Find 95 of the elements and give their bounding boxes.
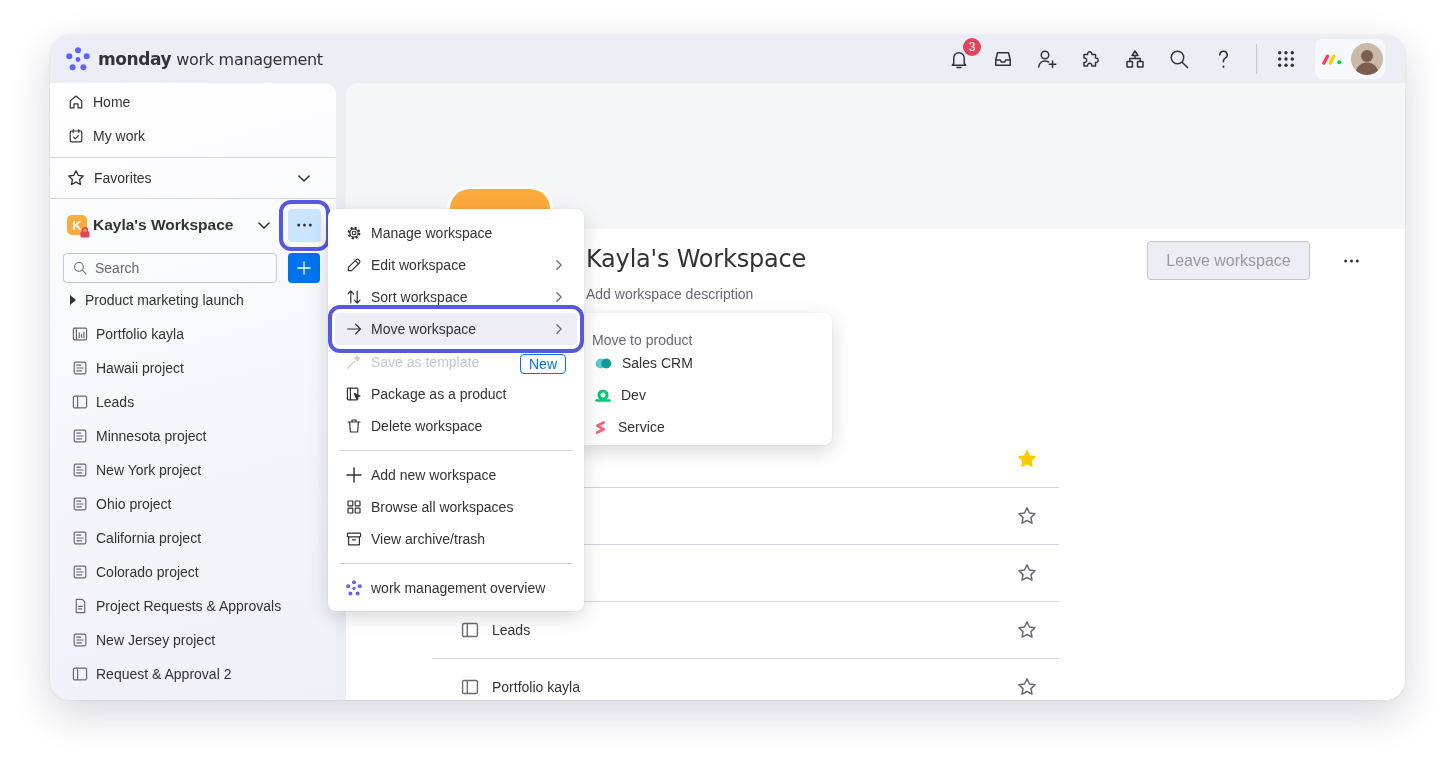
chart-board-icon xyxy=(72,326,88,342)
sidebar-item[interactable]: Portfolio kayla xyxy=(50,317,336,351)
inbox-icon[interactable] xyxy=(993,49,1013,69)
sidebar-item[interactable]: Ohio project xyxy=(50,487,336,521)
board-icon xyxy=(72,530,88,546)
home-icon xyxy=(68,94,84,110)
sidebar-item[interactable]: Leads xyxy=(50,385,336,419)
favorites-item[interactable]: Favorites xyxy=(50,158,336,198)
board-icon xyxy=(72,360,88,376)
plus-icon xyxy=(346,467,362,483)
board-icon xyxy=(72,632,88,648)
menu-item[interactable]: Browse all workspaces xyxy=(335,491,577,523)
search-field[interactable]: Search xyxy=(63,253,277,283)
add-button[interactable] xyxy=(288,253,320,283)
board-icon xyxy=(72,496,88,512)
puzzle-icon[interactable] xyxy=(1081,49,1101,69)
product-name: work management xyxy=(176,49,323,69)
more-button[interactable] xyxy=(288,208,321,242)
archive-icon xyxy=(346,531,362,547)
pencil-icon xyxy=(346,257,362,273)
notification-badge: 3 xyxy=(963,38,981,56)
description-field[interactable]: Add workspace description xyxy=(586,284,906,304)
hierarchy-icon[interactable] xyxy=(1125,49,1145,69)
plus-icon xyxy=(297,261,311,275)
add-person-icon[interactable] xyxy=(1037,49,1057,69)
overlapping-circles-icon xyxy=(595,357,612,369)
nav-item[interactable]: My work xyxy=(50,119,336,153)
sidebar-item[interactable]: Minnesota project xyxy=(50,419,336,453)
layout-icon xyxy=(461,621,479,639)
board-icon xyxy=(72,462,88,478)
magic-wand-icon xyxy=(346,354,362,370)
sidebar-item[interactable]: Product marketing launch xyxy=(50,283,336,317)
star-icon[interactable] xyxy=(1017,506,1037,526)
sidebar-item[interactable]: Colorado project xyxy=(50,555,336,589)
apps-grid-icon[interactable] xyxy=(1277,50,1295,68)
logo-icon xyxy=(1322,53,1342,65)
chevron-down-icon[interactable] xyxy=(258,221,270,229)
s-shape-icon xyxy=(595,419,606,435)
sidebar-item[interactable]: California project xyxy=(50,521,336,555)
workspace-title: Kayla's Workspace xyxy=(586,244,808,275)
document-icon xyxy=(73,598,87,614)
more-icon xyxy=(297,223,312,227)
arrow-right-icon xyxy=(346,321,362,337)
submenu-title: Move to product xyxy=(592,333,694,347)
chevron-down-icon xyxy=(298,174,310,182)
board-icon xyxy=(72,564,88,580)
menu-item[interactable]: Package as a product xyxy=(335,378,577,410)
board-name[interactable]: Portfolio kayla xyxy=(492,679,580,695)
avatar-initial: K xyxy=(72,217,82,233)
settings-icon xyxy=(346,225,362,241)
bell-icon[interactable] xyxy=(949,49,969,69)
menu-item[interactable]: Sort workspace xyxy=(335,281,577,305)
window-cursor-icon xyxy=(346,386,362,402)
menu-item[interactable]: Delete workspace xyxy=(335,410,577,442)
help-icon[interactable] xyxy=(1217,49,1229,69)
menu-item[interactable]: Move workspace xyxy=(335,313,577,345)
nav-item[interactable]: Home xyxy=(50,85,336,119)
menu-item[interactable]: Dev xyxy=(592,379,820,411)
user-avatar xyxy=(1351,43,1383,75)
layout-icon xyxy=(72,394,88,410)
star-icon[interactable] xyxy=(1017,677,1037,697)
layout-icon xyxy=(72,666,88,682)
menu-item[interactable]: View archive/trash xyxy=(335,523,577,555)
star-icon[interactable] xyxy=(1017,563,1037,583)
menu-item[interactable]: Add new workspace xyxy=(335,459,577,491)
menu-item[interactable]: work management overview xyxy=(335,572,577,604)
sidebar-item[interactable]: New York project xyxy=(50,453,336,487)
logo-icon xyxy=(346,580,362,596)
calendar-check-icon xyxy=(68,128,84,144)
layout-icon xyxy=(461,678,479,696)
star-icon xyxy=(67,169,85,187)
ring-icon xyxy=(595,388,611,402)
sidebar-item[interactable]: Hawaii project xyxy=(50,351,336,385)
account-button[interactable] xyxy=(1315,39,1385,79)
sidebar-item[interactable]: Request & Approval 2 xyxy=(50,657,336,691)
logo-icon xyxy=(66,47,90,71)
search-icon xyxy=(73,261,87,275)
more-icon[interactable] xyxy=(1343,259,1359,263)
grid-icon xyxy=(346,499,362,515)
menu-item[interactable]: Sales CRM xyxy=(592,347,820,379)
menu-item[interactable]: Manage workspace xyxy=(335,217,577,249)
board-icon xyxy=(72,428,88,444)
sidebar-item[interactable]: New Jersey project xyxy=(50,623,336,657)
star-icon[interactable] xyxy=(1017,449,1037,469)
sort-arrows-icon xyxy=(346,289,362,305)
menu-item[interactable]: Service xyxy=(592,411,820,443)
board-name[interactable]: Leads xyxy=(492,622,531,638)
brand-name: monday xyxy=(98,49,172,69)
star-icon[interactable] xyxy=(1017,620,1037,640)
workspace-name[interactable]: Kayla's Workspace xyxy=(93,216,234,234)
trash-icon xyxy=(346,418,362,434)
menu-item[interactable]: Edit workspace xyxy=(335,249,577,281)
sidebar-item[interactable]: Project Requests & Approvals xyxy=(50,589,336,623)
feature-badge: New xyxy=(520,354,566,374)
search-icon[interactable] xyxy=(1169,49,1189,69)
